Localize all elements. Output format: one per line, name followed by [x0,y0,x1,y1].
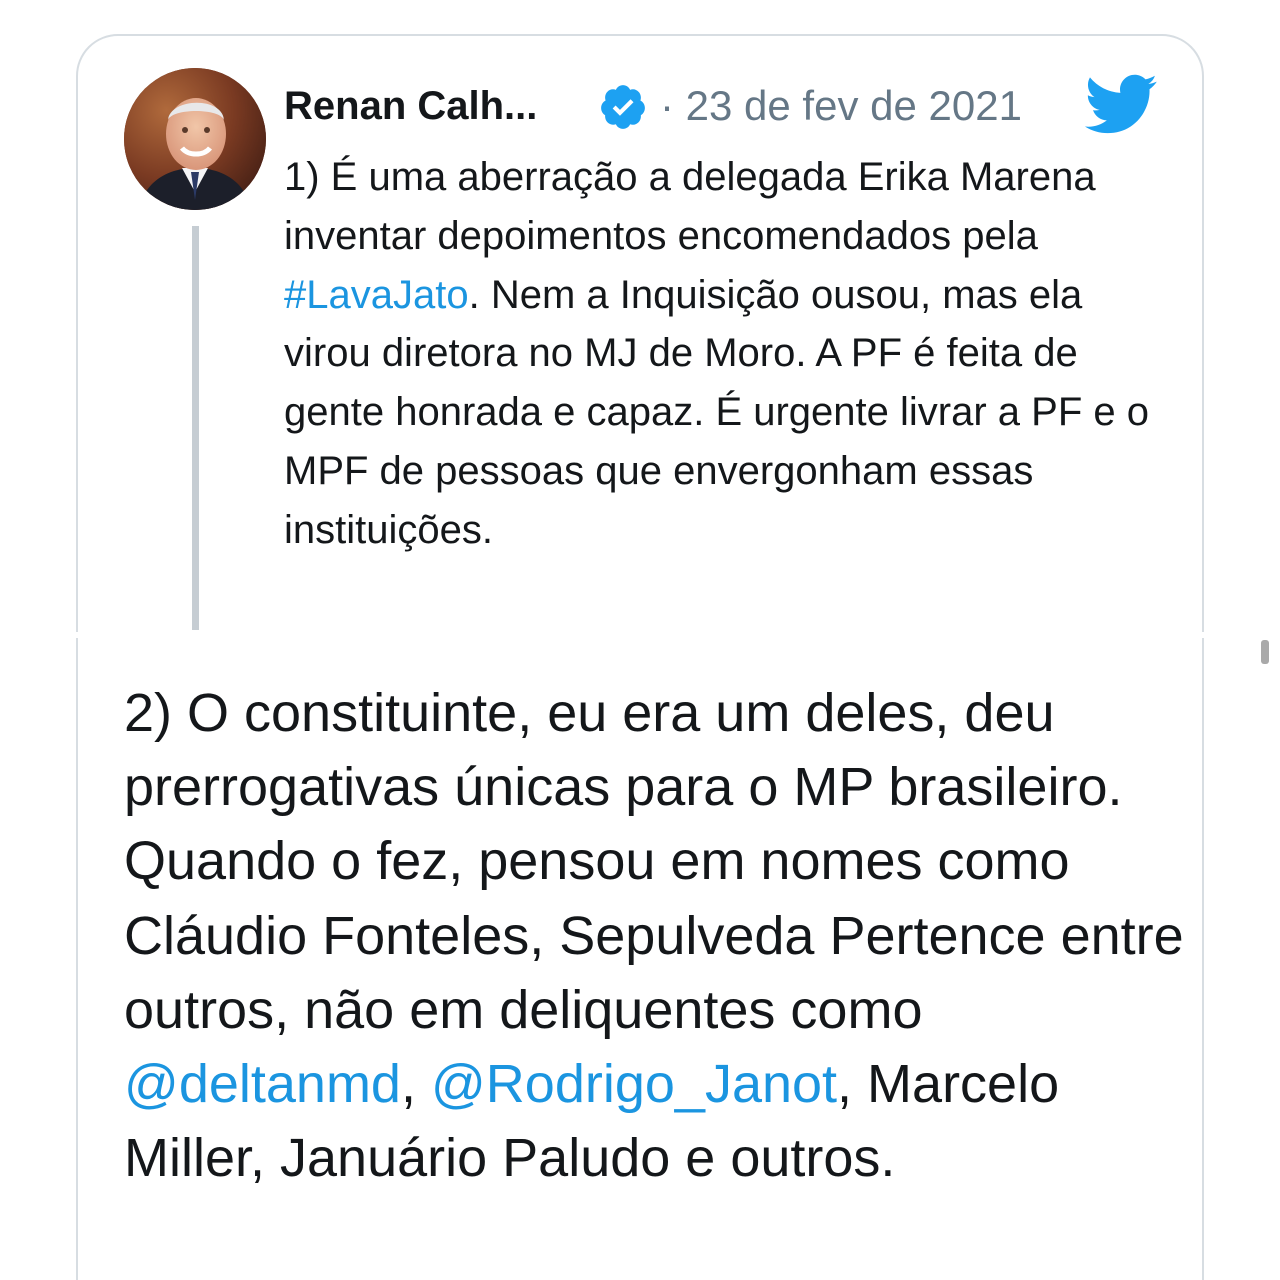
thread-divider [74,632,1208,638]
quoted-tweet-text: 1) É uma aberração a delegada Erika Mare… [284,148,1164,560]
avatar-photo [124,68,266,210]
verified-badge-icon [601,85,645,129]
avatar[interactable] [124,68,266,210]
twitter-bird-icon[interactable] [1082,72,1158,136]
tweet-screenshot: Renan Calh... · 23 de fev de 2021 1) É u… [0,0,1280,1280]
hashtag-link[interactable]: #LavaJato [284,273,469,317]
thread-connector-line [192,226,199,630]
tweet-date[interactable]: · 23 de fev de 2021 [660,80,1022,132]
author-name[interactable]: Renan Calh... [284,80,537,132]
reply-text-part: , [400,1054,431,1115]
scrollbar-thumb[interactable] [1261,640,1269,664]
mention-link[interactable]: @Rodrigo_Janot [431,1054,837,1114]
quoted-text-part: 1) É uma aberração a delegada Erika Mare… [284,155,1096,258]
reply-text-part: 2) O constituinte, eu era um deles, deu … [124,683,1184,1040]
mention-link[interactable]: @deltanmd [124,1054,401,1114]
reply-tweet-text: 2) O constituinte, eu era um deles, deu … [124,676,1184,1195]
